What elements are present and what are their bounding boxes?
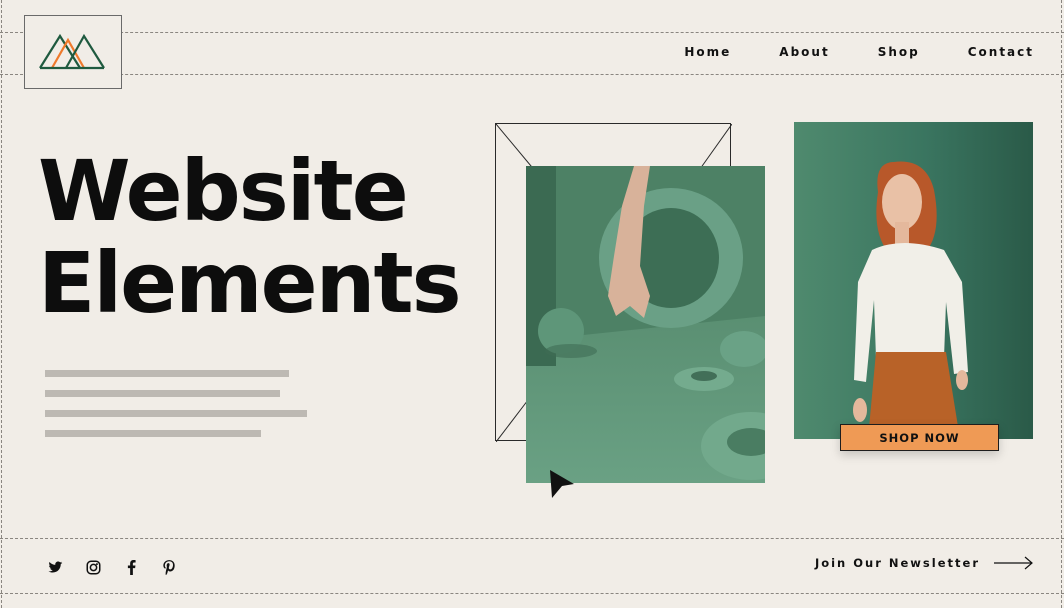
left-dashed-line (1, 0, 2, 608)
newsletter-label: Join Our Newsletter (814, 556, 980, 570)
placeholder-line (45, 370, 289, 377)
objects-scene-image (526, 166, 765, 483)
product-photo-objects[interactable] (526, 166, 765, 483)
footer-bottom-dashed-line (0, 593, 1064, 594)
hero-title: Website Elements (38, 142, 462, 332)
nav-contact[interactable]: Contact (968, 45, 1034, 59)
facebook-icon[interactable] (122, 558, 140, 576)
top-dashed-line (0, 32, 1064, 33)
cursor-arrow-icon (550, 470, 574, 498)
right-dashed-line (1061, 0, 1062, 608)
placeholder-line (45, 390, 280, 397)
arrow-right-icon (994, 556, 1033, 570)
twitter-icon[interactable] (46, 558, 64, 576)
social-links (46, 558, 178, 576)
main-nav: Home About Shop Contact (684, 45, 1034, 59)
pinterest-icon[interactable] (160, 558, 178, 576)
nav-bottom-dashed-line (0, 74, 1064, 75)
placeholder-line (45, 430, 261, 437)
nav-shop[interactable]: Shop (878, 45, 920, 59)
shop-now-button[interactable]: SHOP NOW (840, 424, 999, 451)
placeholder-text-block (45, 370, 307, 450)
footer-top-dashed-line (0, 538, 1064, 539)
nav-home[interactable]: Home (684, 45, 731, 59)
instagram-icon[interactable] (84, 558, 102, 576)
logo-mountains-icon (39, 33, 105, 70)
product-photo-model[interactable] (794, 122, 1033, 439)
hero-title-line1: Website (38, 142, 409, 240)
hero-title-line2: Elements (38, 234, 462, 332)
placeholder-line (45, 410, 307, 417)
model-portrait-image (853, 161, 968, 439)
newsletter-link[interactable]: Join Our Newsletter (815, 556, 1034, 570)
logo[interactable] (24, 15, 122, 89)
nav-about[interactable]: About (779, 45, 829, 59)
